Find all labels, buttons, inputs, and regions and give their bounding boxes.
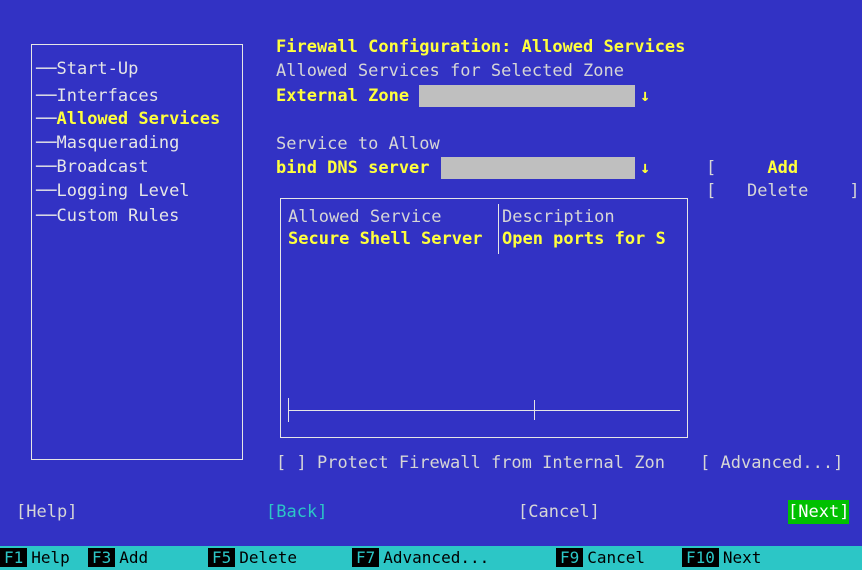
table-row-description[interactable]: Open ports for S: [502, 228, 666, 250]
nav-item-logging-level[interactable]: ──Logging Level: [36, 180, 190, 202]
page-title: Firewall Configuration: Allowed Services: [276, 37, 686, 57]
fkey-code: F5: [208, 548, 236, 567]
nav-item-label: Custom Rules: [56, 206, 180, 226]
checkbox-box[interactable]: [ ]: [276, 453, 307, 473]
nav-item-custom-rules[interactable]: ──Custom Rules: [36, 205, 179, 227]
nav-item-label: Allowed Services: [56, 109, 221, 129]
fkey-label: Help: [31, 548, 70, 567]
fkey-code: F9: [556, 548, 584, 567]
protect-firewall-label: Protect Firewall from Internal Zon: [316, 453, 665, 473]
back-button-label: Back: [276, 502, 318, 522]
fkey-label: Cancel: [587, 548, 646, 567]
delete-button-label: Delete: [746, 181, 809, 201]
fkey-delete[interactable]: F5 Delete: [208, 546, 301, 570]
page-subtitle: Allowed Services for Selected Zone: [276, 61, 624, 81]
fkey-add[interactable]: F3 Add: [88, 546, 152, 570]
zone-dropdown-arrow-icon[interactable]: ↓: [640, 85, 650, 107]
nav-item-label: Masquerading: [56, 133, 180, 153]
fkey-label: Next: [722, 548, 762, 567]
fkey-next[interactable]: F10 Next: [682, 546, 765, 570]
fkey-label: Add: [119, 548, 149, 567]
fkey-code: F3: [88, 548, 116, 567]
service-combo-field[interactable]: [441, 157, 635, 179]
nav-item-allowed-services[interactable]: ──Allowed Services: [36, 108, 220, 130]
add-button-label: Add: [767, 158, 799, 178]
cancel-button-label: Cancel: [528, 502, 590, 522]
service-combo-value[interactable]: bind DNS server: [276, 157, 430, 179]
fkey-advanced[interactable]: F7 Advanced...: [352, 546, 493, 570]
nav-item-label: Start-Up: [56, 59, 139, 79]
nav-item-label: Broadcast: [56, 157, 149, 177]
next-button[interactable]: [Next]: [788, 500, 850, 524]
fkey-code: F1: [0, 548, 28, 567]
help-button[interactable]: [Help]: [16, 500, 77, 524]
table-row-service[interactable]: Secure Shell Server: [288, 228, 482, 250]
delete-button[interactable]: [ Delete ]: [706, 180, 860, 202]
fkey-code: F10: [682, 548, 719, 567]
zone-combo-field[interactable]: [419, 85, 635, 107]
column-header-description[interactable]: Description: [502, 206, 615, 228]
function-key-bar: F1 Help F3 Add F5 Delete F7 Advanced... F9 Ca…: [0, 546, 862, 570]
nav-item-broadcast[interactable]: ──Broadcast: [36, 156, 149, 178]
service-label: Service to Allow: [276, 134, 440, 154]
nav-item-start-up[interactable]: ──Start-Up: [36, 58, 138, 80]
zone-combo-value[interactable]: External Zone: [276, 85, 409, 107]
service-dropdown-arrow-icon[interactable]: ↓: [640, 157, 650, 179]
fkey-code: F7: [352, 548, 380, 567]
nav-item-label: Interfaces: [56, 86, 159, 106]
column-header-allowed-service[interactable]: Allowed Service: [288, 206, 442, 228]
nav-item-interfaces[interactable]: ──Interfaces: [36, 85, 159, 107]
help-button-label: Help: [26, 502, 68, 522]
advanced-button-label: Advanced...: [720, 453, 834, 473]
next-button-label: Next: [798, 502, 840, 522]
back-button[interactable]: [Back]: [266, 500, 327, 524]
nav-item-label: Logging Level: [56, 181, 190, 201]
fkey-cancel[interactable]: F9 Cancel: [556, 546, 649, 570]
protect-firewall-checkbox[interactable]: [ ] Protect Firewall from Internal Zon: [276, 452, 665, 474]
fkey-help[interactable]: F1 Help: [0, 546, 74, 570]
scrollbar-thumb[interactable]: [534, 400, 535, 420]
advanced-button[interactable]: [ Advanced...]: [700, 452, 843, 474]
add-button[interactable]: [ Add ]: [706, 157, 862, 179]
nav-item-masquerading[interactable]: ──Masquerading: [36, 132, 179, 154]
column-separator: [498, 204, 499, 254]
fkey-label: Advanced...: [383, 548, 490, 567]
table-horizontal-scrollbar[interactable]: [288, 410, 680, 411]
scrollbar-left-tick: [288, 398, 289, 422]
cancel-button[interactable]: [Cancel]: [518, 500, 600, 524]
fkey-label: Delete: [239, 548, 298, 567]
